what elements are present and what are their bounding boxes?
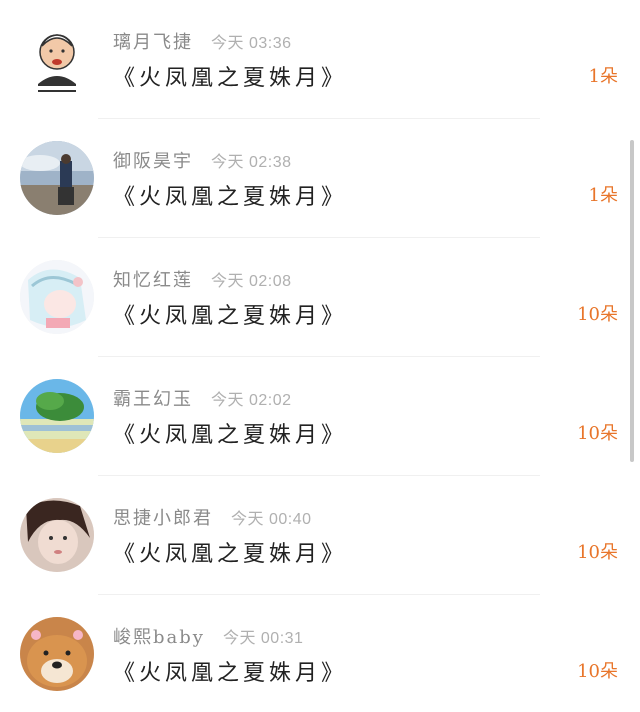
gift-title: 《火凤凰之夏姝月》 <box>113 66 348 91</box>
gift-count: 1朵 <box>588 66 618 87</box>
user-avatar[interactable] <box>20 141 94 215</box>
user-avatar[interactable] <box>20 379 94 453</box>
timestamp: 今天 00:40 <box>231 511 312 528</box>
list-item[interactable]: 璃月飞捷 今天 03:36 《火凤凰之夏姝月》 1朵 <box>0 0 640 119</box>
list-item[interactable]: 思捷小郎君 今天 00:40 《火凤凰之夏姝月》 10朵 <box>0 476 640 595</box>
user-avatar[interactable] <box>20 498 94 572</box>
gift-title: 《火凤凰之夏姝月》 <box>113 423 348 448</box>
scrollbar[interactable] <box>630 140 634 462</box>
user-name[interactable]: 御阪昊宇 <box>113 151 193 172</box>
gift-record-list: 璃月飞捷 今天 03:36 《火凤凰之夏姝月》 1朵 御阪昊宇 今天 02:38 《… <box>0 0 640 712</box>
user-name[interactable]: 璃月飞捷 <box>113 32 193 53</box>
timestamp: 今天 02:08 <box>211 273 292 290</box>
gift-title: 《火凤凰之夏姝月》 <box>113 661 348 686</box>
gift-title: 《火凤凰之夏姝月》 <box>113 304 348 329</box>
gift-title: 《火凤凰之夏姝月》 <box>113 185 348 210</box>
user-avatar[interactable] <box>20 260 94 334</box>
list-item[interactable]: 峻熙baby 今天 00:31 《火凤凰之夏姝月》 10朵 <box>0 595 640 712</box>
user-name[interactable]: 思捷小郎君 <box>113 508 213 529</box>
user-avatar[interactable] <box>20 22 94 96</box>
user-name[interactable]: 知忆红莲 <box>113 270 193 291</box>
user-name[interactable]: 霸王幻玉 <box>113 389 193 410</box>
list-item[interactable]: 霸王幻玉 今天 02:02 《火凤凰之夏姝月》 10朵 <box>0 357 640 476</box>
timestamp: 今天 02:02 <box>211 392 292 409</box>
list-item[interactable]: 知忆红莲 今天 02:08 《火凤凰之夏姝月》 10朵 <box>0 238 640 357</box>
user-avatar[interactable] <box>20 617 94 691</box>
user-name[interactable]: 峻熙baby <box>113 627 205 648</box>
gift-count: 10朵 <box>577 423 618 444</box>
list-item[interactable]: 御阪昊宇 今天 02:38 《火凤凰之夏姝月》 1朵 <box>0 119 640 238</box>
gift-count: 10朵 <box>577 661 618 682</box>
gift-count: 10朵 <box>577 542 618 563</box>
timestamp: 今天 00:31 <box>222 630 304 647</box>
gift-count: 1朵 <box>588 185 618 206</box>
timestamp: 今天 02:38 <box>211 154 292 171</box>
gift-count: 10朵 <box>577 304 618 325</box>
gift-title: 《火凤凰之夏姝月》 <box>113 542 348 567</box>
timestamp: 今天 03:36 <box>211 35 292 52</box>
